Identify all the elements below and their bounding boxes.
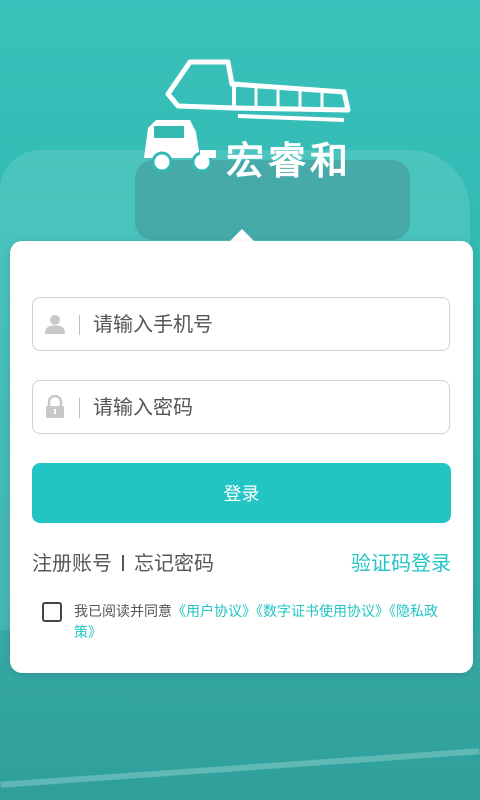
- password-input[interactable]: [93, 390, 433, 424]
- app-logo: 宏睿和: [138, 58, 358, 183]
- agreement-text: 我已阅读并同意《用户协议》《数字证书使用协议》《隐私政策》: [74, 602, 450, 644]
- field-separator: [79, 398, 80, 418]
- phone-input[interactable]: [93, 307, 433, 341]
- field-separator: [79, 315, 80, 335]
- lock-icon: [46, 395, 64, 418]
- user-agreement-link[interactable]: 《用户协议》: [172, 604, 256, 620]
- account-links: 注册账号 忘记密码: [32, 547, 214, 576]
- links-divider: [122, 555, 124, 571]
- sms-login-link[interactable]: 验证码登录: [351, 547, 451, 576]
- login-button[interactable]: 登录: [32, 463, 451, 523]
- agreement-checkbox[interactable]: [42, 602, 62, 622]
- user-icon: [45, 315, 65, 334]
- brand-name: 宏睿和: [226, 139, 353, 183]
- login-card: 登录 注册账号忘记密码 验证码登录 我已阅读并同意《用户协议》《数字证书使用协议…: [10, 241, 473, 673]
- password-field[interactable]: [32, 380, 450, 434]
- digital-cert-agreement-link[interactable]: 《数字证书使用协议》: [256, 604, 389, 620]
- phone-field[interactable]: [32, 297, 450, 351]
- forgot-password-link[interactable]: 忘记密码: [134, 551, 214, 575]
- agreement-prefix: 我已阅读并同意: [74, 604, 172, 620]
- register-link[interactable]: 注册账号: [32, 551, 112, 575]
